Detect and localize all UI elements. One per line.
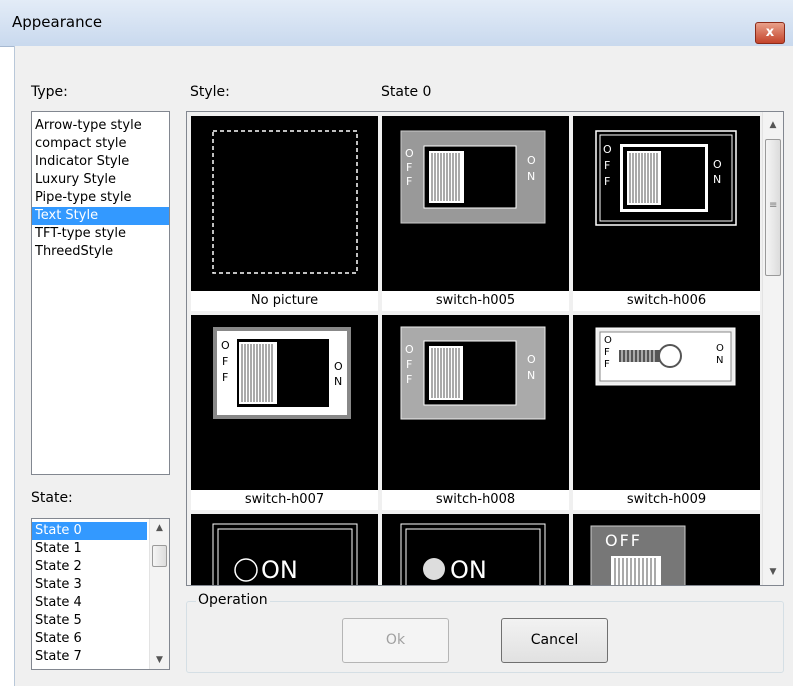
state-label: State: <box>31 490 73 506</box>
style-caption: switch-h005 <box>382 291 569 311</box>
type-list-item[interactable]: Luxury Style <box>32 171 169 189</box>
switch-preview: ON <box>400 523 546 585</box>
state-list-item[interactable]: State 6 <box>32 630 147 648</box>
type-label: Type: <box>31 84 68 100</box>
switch-h009-preview: O F F O N <box>595 327 736 386</box>
svg-text:N: N <box>527 369 535 382</box>
svg-text:O: O <box>221 339 230 352</box>
svg-text:N: N <box>713 173 721 186</box>
svg-text:O: O <box>604 335 612 346</box>
svg-text:N: N <box>527 170 535 183</box>
style-cell-partial[interactable]: ON <box>191 514 378 585</box>
style-caption: switch-h008 <box>382 490 569 510</box>
grip-icon: ≡ <box>769 200 778 211</box>
state-list-item[interactable]: State 5 <box>32 612 147 630</box>
style-cell-no-picture[interactable]: No picture <box>191 116 378 311</box>
switch-on-text: ON <box>450 556 487 584</box>
state-list-item[interactable]: State 1 <box>32 540 147 558</box>
current-state-label: State 0 <box>381 84 432 100</box>
cancel-button[interactable]: Cancel <box>501 618 608 663</box>
state-list-item[interactable]: State 2 <box>32 558 147 576</box>
scroll-down-icon[interactable]: ▼ <box>763 563 783 581</box>
svg-text:O: O <box>603 143 612 156</box>
type-list-item[interactable]: ThreedStyle <box>32 243 169 261</box>
svg-text:O: O <box>405 343 414 356</box>
type-list[interactable]: Arrow-type style compact style Indicator… <box>31 111 170 475</box>
style-cell-switch-h005[interactable]: O F F O N switch-h005 <box>382 116 569 311</box>
switch-h008-preview: O F F O N <box>400 326 546 420</box>
switch-h007-preview: O F F O N <box>213 327 351 419</box>
operation-label: Operation <box>196 592 270 608</box>
scroll-up-icon[interactable]: ▲ <box>763 116 783 134</box>
switch-on-text: ON <box>261 556 298 584</box>
state-list-item-selected[interactable]: State 0 <box>32 522 147 540</box>
svg-text:F: F <box>604 347 610 358</box>
window-title: Appearance <box>12 13 103 31</box>
switch-off-text: OFF <box>605 531 642 550</box>
style-cell-switch-h008[interactable]: O F F O N switch-h008 <box>382 315 569 510</box>
type-list-item[interactable]: compact style <box>32 135 169 153</box>
state-list-item[interactable]: State 7 <box>32 648 147 666</box>
scroll-thumb[interactable] <box>152 545 167 567</box>
state-list[interactable]: State 0 State 1 State 2 State 3 State 4 … <box>31 518 170 670</box>
state-list-item[interactable]: State 3 <box>32 576 147 594</box>
svg-text:F: F <box>406 175 412 188</box>
type-list-item[interactable]: TFT-type style <box>32 225 169 243</box>
svg-text:N: N <box>334 375 342 388</box>
svg-text:O: O <box>527 353 536 366</box>
close-button[interactable]: x <box>755 22 785 44</box>
svg-text:F: F <box>222 355 228 368</box>
style-cell-partial[interactable]: OFF <box>573 514 760 585</box>
state-list-scrollbar[interactable]: ▲ ▼ <box>149 519 169 669</box>
type-list-item[interactable]: Indicator Style <box>32 153 169 171</box>
style-caption: switch-h006 <box>573 291 760 311</box>
svg-text:O: O <box>716 343 724 354</box>
type-list-item[interactable]: Arrow-type style <box>32 117 169 135</box>
style-gallery[interactable]: No picture O F F O N switch-h005 O F F O… <box>186 111 784 586</box>
scroll-thumb[interactable]: ≡ <box>765 139 781 276</box>
svg-text:F: F <box>406 373 412 386</box>
scroll-down-icon[interactable]: ▼ <box>150 651 169 669</box>
type-list-item[interactable]: Pipe-type style <box>32 189 169 207</box>
style-cell-switch-h006[interactable]: O F F O N switch-h006 <box>573 116 760 311</box>
scroll-up-icon[interactable]: ▲ <box>150 519 169 537</box>
style-caption: switch-h007 <box>191 490 378 510</box>
style-cell-switch-h007[interactable]: O F F O N switch-h007 <box>191 315 378 510</box>
svg-text:F: F <box>406 358 412 371</box>
svg-text:F: F <box>222 371 228 384</box>
svg-text:O: O <box>405 147 414 160</box>
state-list-item[interactable]: State 4 <box>32 594 147 612</box>
switch-preview: OFF <box>590 525 686 585</box>
gallery-scrollbar[interactable]: ▲ ≡ ▼ <box>762 112 783 585</box>
ok-button[interactable]: Ok <box>342 618 449 663</box>
title-bar: Appearance x <box>0 0 793 47</box>
switch-h005-preview: O F F O N <box>400 130 546 224</box>
empty-picture-placeholder <box>212 130 358 274</box>
svg-text:O: O <box>527 154 536 167</box>
close-icon: x <box>765 25 775 40</box>
svg-text:F: F <box>406 161 412 174</box>
style-caption: switch-h009 <box>573 490 760 510</box>
svg-text:F: F <box>604 175 610 188</box>
style-label: Style: <box>190 84 230 100</box>
switch-h006-preview: O F F O N <box>595 130 737 226</box>
svg-text:O: O <box>334 360 343 373</box>
type-list-item-selected[interactable]: Text Style <box>32 207 169 225</box>
operation-group: Operation Ok Cancel <box>186 592 784 673</box>
svg-text:N: N <box>716 355 723 366</box>
style-caption: No picture <box>191 291 378 311</box>
switch-preview: ON <box>212 523 358 585</box>
style-cell-partial[interactable]: ON <box>382 514 569 585</box>
svg-text:F: F <box>604 159 610 172</box>
style-cell-switch-h009[interactable]: O F F O N switch-h009 <box>573 315 760 510</box>
svg-text:F: F <box>604 359 610 370</box>
svg-text:O: O <box>713 158 722 171</box>
